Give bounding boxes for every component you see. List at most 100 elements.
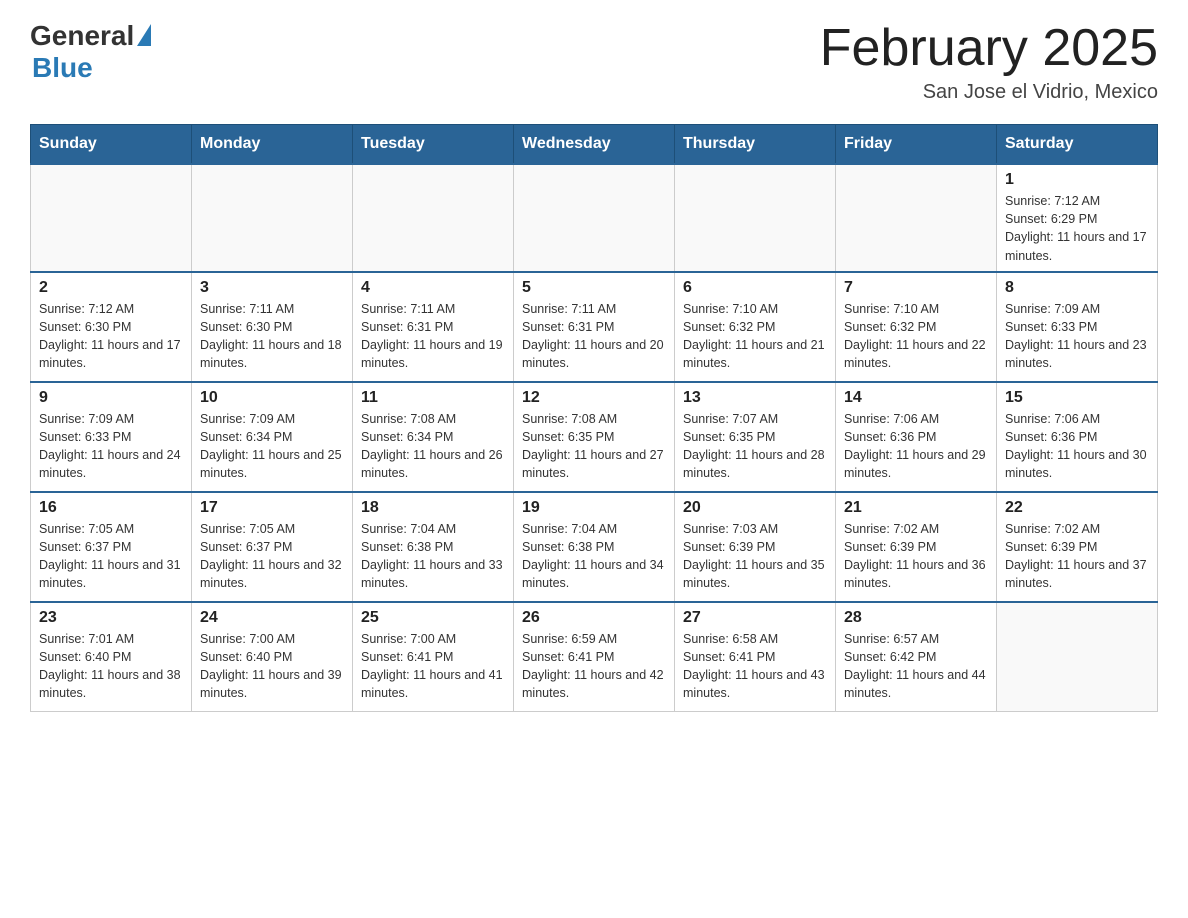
- day-info: Sunrise: 6:57 AM Sunset: 6:42 PM Dayligh…: [844, 630, 988, 703]
- day-number: 20: [683, 499, 827, 517]
- day-number: 14: [844, 389, 988, 407]
- day-number: 23: [39, 609, 183, 627]
- title-section: February 2025 San Jose el Vidrio, Mexico: [820, 20, 1158, 104]
- day-number: 7: [844, 279, 988, 297]
- day-cell: [514, 164, 675, 272]
- day-info: Sunrise: 7:11 AM Sunset: 6:31 PM Dayligh…: [522, 300, 666, 373]
- day-cell: [353, 164, 514, 272]
- day-cell: 27 Sunrise: 6:58 AM Sunset: 6:41 PM Dayli…: [675, 602, 836, 712]
- day-info: Sunrise: 7:10 AM Sunset: 6:32 PM Dayligh…: [844, 300, 988, 373]
- day-number: 22: [1005, 499, 1149, 517]
- header-cell-tuesday: Tuesday: [353, 125, 514, 165]
- day-number: 19: [522, 499, 666, 517]
- day-cell: 6 Sunrise: 7:10 AM Sunset: 6:32 PM Daylig…: [675, 272, 836, 382]
- day-cell: 14 Sunrise: 7:06 AM Sunset: 6:36 PM Dayli…: [836, 382, 997, 492]
- day-number: 6: [683, 279, 827, 297]
- day-number: 8: [1005, 279, 1149, 297]
- day-number: 16: [39, 499, 183, 517]
- day-info: Sunrise: 6:59 AM Sunset: 6:41 PM Dayligh…: [522, 630, 666, 703]
- day-number: 21: [844, 499, 988, 517]
- week-row-5: 23 Sunrise: 7:01 AM Sunset: 6:40 PM Dayli…: [31, 602, 1158, 712]
- day-info: Sunrise: 7:10 AM Sunset: 6:32 PM Dayligh…: [683, 300, 827, 373]
- day-info: Sunrise: 7:02 AM Sunset: 6:39 PM Dayligh…: [844, 520, 988, 593]
- calendar-body: 1 Sunrise: 7:12 AM Sunset: 6:29 PM Daylig…: [31, 164, 1158, 712]
- day-cell: 19 Sunrise: 7:04 AM Sunset: 6:38 PM Dayli…: [514, 492, 675, 602]
- day-number: 3: [200, 279, 344, 297]
- day-cell: 18Sunrise: 7:04 AM Sunset: 6:38 PM Dayli…: [353, 492, 514, 602]
- day-info: Sunrise: 7:06 AM Sunset: 6:36 PM Dayligh…: [844, 410, 988, 483]
- day-info: Sunrise: 7:04 AM Sunset: 6:38 PM Dayligh…: [522, 520, 666, 593]
- day-info: Sunrise: 7:09 AM Sunset: 6:33 PM Dayligh…: [1005, 300, 1149, 373]
- page-header: General Blue February 2025 San Jose el V…: [30, 20, 1158, 104]
- day-cell: 23 Sunrise: 7:01 AM Sunset: 6:40 PM Dayli…: [31, 602, 192, 712]
- day-cell: 8 Sunrise: 7:09 AM Sunset: 6:33 PM Daylig…: [997, 272, 1158, 382]
- day-info: Sunrise: 7:09 AM Sunset: 6:34 PM Dayligh…: [200, 410, 344, 483]
- day-info: Sunrise: 7:07 AM Sunset: 6:35 PM Dayligh…: [683, 410, 827, 483]
- header-cell-sunday: Sunday: [31, 125, 192, 165]
- day-number: 26: [522, 609, 666, 627]
- header-cell-wednesday: Wednesday: [514, 125, 675, 165]
- day-cell: 7 Sunrise: 7:10 AM Sunset: 6:32 PM Daylig…: [836, 272, 997, 382]
- day-number: 18: [361, 499, 505, 517]
- day-number: 27: [683, 609, 827, 627]
- day-info: Sunrise: 7:01 AM Sunset: 6:40 PM Dayligh…: [39, 630, 183, 703]
- day-number: 12: [522, 389, 666, 407]
- calendar-header: SundayMondayTuesdayWednesdayThursdayFrid…: [31, 125, 1158, 165]
- day-number: 15: [1005, 389, 1149, 407]
- day-cell: 28Sunrise: 6:57 AM Sunset: 6:42 PM Dayli…: [836, 602, 997, 712]
- week-row-4: 16 Sunrise: 7:05 AM Sunset: 6:37 PM Dayli…: [31, 492, 1158, 602]
- day-cell: [997, 602, 1158, 712]
- day-cell: 16 Sunrise: 7:05 AM Sunset: 6:37 PM Dayli…: [31, 492, 192, 602]
- day-info: Sunrise: 7:05 AM Sunset: 6:37 PM Dayligh…: [200, 520, 344, 593]
- day-cell: 9 Sunrise: 7:09 AM Sunset: 6:33 PM Daylig…: [31, 382, 192, 492]
- day-number: 24: [200, 609, 344, 627]
- day-cell: 21 Sunrise: 7:02 AM Sunset: 6:39 PM Dayli…: [836, 492, 997, 602]
- week-row-1: 1 Sunrise: 7:12 AM Sunset: 6:29 PM Daylig…: [31, 164, 1158, 272]
- day-number: 25: [361, 609, 505, 627]
- day-info: Sunrise: 7:09 AM Sunset: 6:33 PM Dayligh…: [39, 410, 183, 483]
- week-row-3: 9 Sunrise: 7:09 AM Sunset: 6:33 PM Daylig…: [31, 382, 1158, 492]
- week-row-2: 2 Sunrise: 7:12 AM Sunset: 6:30 PM Daylig…: [31, 272, 1158, 382]
- day-info: Sunrise: 7:06 AM Sunset: 6:36 PM Dayligh…: [1005, 410, 1149, 483]
- logo-triangle-icon: [137, 24, 151, 46]
- day-info: Sunrise: 7:00 AM Sunset: 6:41 PM Dayligh…: [361, 630, 505, 703]
- calendar-table: SundayMondayTuesdayWednesdayThursdayFrid…: [30, 124, 1158, 712]
- day-number: 11: [361, 389, 505, 407]
- logo-general-text: General: [30, 20, 134, 52]
- day-number: 10: [200, 389, 344, 407]
- day-number: 5: [522, 279, 666, 297]
- calendar-subtitle: San Jose el Vidrio, Mexico: [820, 81, 1158, 104]
- day-cell: [31, 164, 192, 272]
- day-cell: 11 Sunrise: 7:08 AM Sunset: 6:34 PM Dayli…: [353, 382, 514, 492]
- day-number: 9: [39, 389, 183, 407]
- day-cell: 5 Sunrise: 7:11 AM Sunset: 6:31 PM Daylig…: [514, 272, 675, 382]
- day-info: Sunrise: 7:05 AM Sunset: 6:37 PM Dayligh…: [39, 520, 183, 593]
- day-info: Sunrise: 7:12 AM Sunset: 6:29 PM Dayligh…: [1005, 192, 1149, 265]
- day-number: 2: [39, 279, 183, 297]
- header-cell-friday: Friday: [836, 125, 997, 165]
- day-info: Sunrise: 7:11 AM Sunset: 6:30 PM Dayligh…: [200, 300, 344, 373]
- logo-blue-text: Blue: [32, 52, 93, 84]
- day-cell: 12Sunrise: 7:08 AM Sunset: 6:35 PM Dayli…: [514, 382, 675, 492]
- day-number: 17: [200, 499, 344, 517]
- day-info: Sunrise: 7:03 AM Sunset: 6:39 PM Dayligh…: [683, 520, 827, 593]
- day-cell: 20 Sunrise: 7:03 AM Sunset: 6:39 PM Dayli…: [675, 492, 836, 602]
- day-cell: 15 Sunrise: 7:06 AM Sunset: 6:36 PM Dayli…: [997, 382, 1158, 492]
- day-cell: 22 Sunrise: 7:02 AM Sunset: 6:39 PM Dayli…: [997, 492, 1158, 602]
- day-cell: 17 Sunrise: 7:05 AM Sunset: 6:37 PM Dayli…: [192, 492, 353, 602]
- header-cell-saturday: Saturday: [997, 125, 1158, 165]
- day-cell: 24 Sunrise: 7:00 AM Sunset: 6:40 PM Dayli…: [192, 602, 353, 712]
- calendar-title: February 2025: [820, 20, 1158, 77]
- day-number: 1: [1005, 171, 1149, 189]
- logo: General Blue: [30, 20, 151, 84]
- day-cell: 25 Sunrise: 7:00 AM Sunset: 6:41 PM Dayli…: [353, 602, 514, 712]
- day-cell: [836, 164, 997, 272]
- day-info: Sunrise: 7:08 AM Sunset: 6:34 PM Dayligh…: [361, 410, 505, 483]
- day-info: Sunrise: 6:58 AM Sunset: 6:41 PM Dayligh…: [683, 630, 827, 703]
- day-info: Sunrise: 7:12 AM Sunset: 6:30 PM Dayligh…: [39, 300, 183, 373]
- day-number: 4: [361, 279, 505, 297]
- day-info: Sunrise: 7:00 AM Sunset: 6:40 PM Dayligh…: [200, 630, 344, 703]
- day-cell: 13 Sunrise: 7:07 AM Sunset: 6:35 PM Dayli…: [675, 382, 836, 492]
- day-info: Sunrise: 7:02 AM Sunset: 6:39 PM Dayligh…: [1005, 520, 1149, 593]
- day-number: 13: [683, 389, 827, 407]
